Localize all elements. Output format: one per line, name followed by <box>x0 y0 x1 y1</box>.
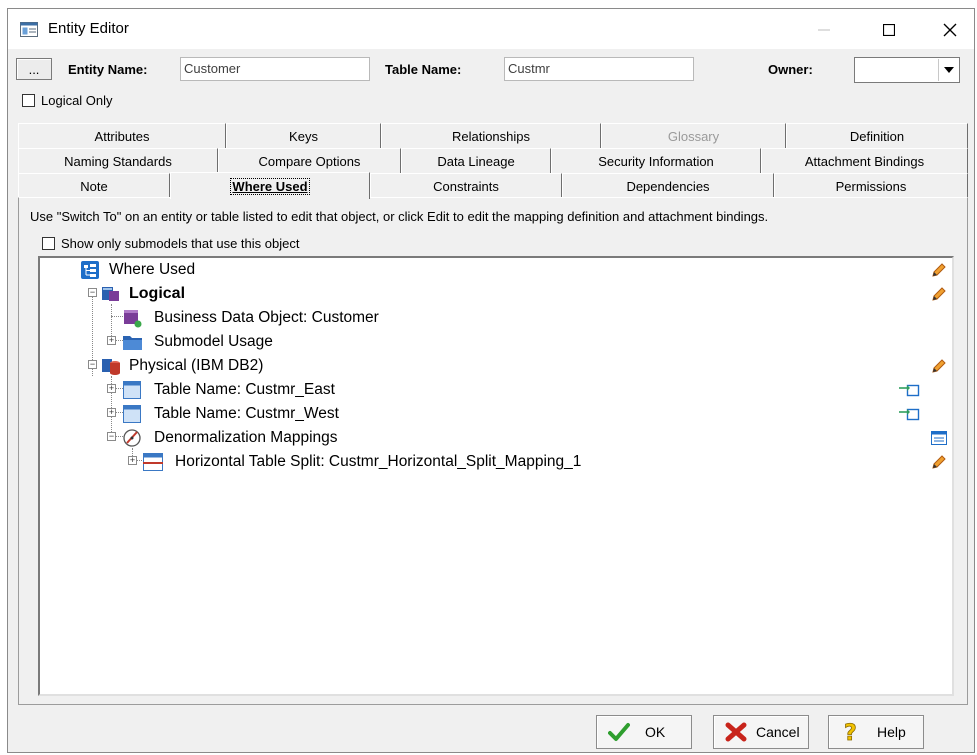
help-question-icon: ? <box>839 720 863 744</box>
owner-label: Owner: <box>768 62 813 77</box>
switch-to-icon[interactable] <box>898 382 920 398</box>
expand-table-split-toggle[interactable]: + <box>128 456 137 465</box>
close-icon <box>943 23 957 37</box>
chevron-down-icon <box>943 67 954 73</box>
window-title: Entity Editor <box>48 20 129 37</box>
logical-model-icon <box>101 284 121 304</box>
table-name-input[interactable]: Custmr <box>504 57 694 81</box>
entity-header-row: ... Entity Name: Customer Table Name: Cu… <box>8 55 974 85</box>
tree-node-where-used[interactable]: Where Used <box>80 259 195 281</box>
cancel-label: Cancel <box>756 724 800 740</box>
table-icon <box>122 380 142 400</box>
denormalization-icon <box>122 428 142 448</box>
tab-permissions[interactable]: Permissions <box>774 173 968 198</box>
switch-to-icon[interactable] <box>898 406 920 422</box>
tab-data-lineage[interactable]: Data Lineage <box>401 148 551 173</box>
edit-pencil-icon[interactable] <box>931 454 947 470</box>
entity-editor-window: Entity Editor ... Entity Name: Customer … <box>7 8 975 753</box>
tab-naming-standards[interactable]: Naming Standards <box>18 148 218 173</box>
title-bar: Entity Editor <box>8 9 974 49</box>
tab-attributes[interactable]: Attributes <box>18 123 226 148</box>
tree-node-label: Submodel Usage <box>154 333 273 350</box>
tree-node-table-custmr-west[interactable]: Table Name: Custmr_West <box>122 403 339 425</box>
collapse-logical-toggle[interactable]: − <box>88 288 97 297</box>
logical-only-checkbox[interactable] <box>22 94 35 107</box>
edit-pencil-icon[interactable] <box>931 286 947 302</box>
tree-node-logical[interactable]: Logical <box>101 283 185 305</box>
tab-compare-options[interactable]: Compare Options <box>218 148 401 173</box>
tree-node-label: Business Data Object: Customer <box>154 309 379 326</box>
tree-node-label: Logical <box>129 285 186 302</box>
physical-model-icon <box>101 356 121 376</box>
browse-entity-button[interactable]: ... <box>16 58 52 80</box>
tab-strip: Attributes Keys Relationships Glossary D… <box>18 121 968 199</box>
entity-name-input[interactable]: Customer <box>180 57 370 81</box>
cancel-x-icon <box>724 720 748 744</box>
expand-submodel-toggle[interactable]: + <box>107 336 116 345</box>
mapping-list-icon[interactable] <box>931 430 947 446</box>
where-used-info-text: Use "Switch To" on an entity or table li… <box>30 209 769 224</box>
ok-button[interactable]: OK <box>596 715 692 749</box>
maximize-button[interactable] <box>869 17 909 43</box>
tab-relationships[interactable]: Relationships <box>381 123 601 148</box>
expand-table-east-toggle[interactable]: + <box>107 384 116 393</box>
where-used-tree[interactable]: − + − + + − + Where Used Logical Busines… <box>38 256 954 696</box>
submodels-row[interactable]: Show only submodels that use this object <box>42 236 299 251</box>
tree-node-physical[interactable]: Physical (IBM DB2) <box>101 355 263 377</box>
maximize-icon <box>883 24 895 36</box>
submodels-checkbox-label: Show only submodels that use this object <box>61 236 300 251</box>
tab-constraints[interactable]: Constraints <box>370 173 562 198</box>
ok-label: OK <box>645 724 666 740</box>
business-data-object-icon <box>122 308 142 328</box>
tree-node-label: Table Name: Custmr_East <box>154 381 335 398</box>
tab-where-used[interactable]: Where Used <box>170 172 370 199</box>
close-button[interactable] <box>930 17 970 43</box>
logical-only-label: Logical Only <box>41 93 113 108</box>
tree-node-label: Denormalization Mappings <box>154 429 338 446</box>
tab-definition[interactable]: Definition <box>786 123 968 148</box>
tree-node-label: Where Used <box>109 261 196 278</box>
logical-only-row[interactable]: Logical Only <box>22 93 113 108</box>
svg-text:?: ? <box>844 721 857 744</box>
owner-select[interactable] <box>854 57 960 83</box>
app-icon <box>20 22 38 37</box>
tree-node-submodel-usage[interactable]: Submodel Usage <box>122 331 273 353</box>
tab-keys[interactable]: Keys <box>226 123 381 148</box>
tree-node-label: Horizontal Table Split: Custmr_Horizonta… <box>175 453 582 470</box>
minimize-button[interactable] <box>804 17 844 43</box>
where-used-icon <box>80 260 100 280</box>
expand-table-west-toggle[interactable]: + <box>107 408 116 417</box>
table-split-icon <box>143 452 163 472</box>
cancel-button[interactable]: Cancel <box>713 715 809 749</box>
submodels-checkbox[interactable] <box>42 237 55 250</box>
entity-name-label: Entity Name: <box>68 62 148 77</box>
owner-dropdown-arrow[interactable] <box>938 59 958 81</box>
tree-node-denormalization-mappings[interactable]: Denormalization Mappings <box>122 427 338 449</box>
tab-glossary: Glossary <box>601 123 786 148</box>
table-name-label: Table Name: <box>385 62 462 77</box>
help-label: Help <box>877 724 906 740</box>
folder-icon <box>122 332 142 352</box>
tree-node-table-custmr-east[interactable]: Table Name: Custmr_East <box>122 379 335 401</box>
tab-attachment-bindings[interactable]: Attachment Bindings <box>761 148 968 173</box>
tree-node-label: Physical (IBM DB2) <box>129 357 264 374</box>
edit-pencil-icon[interactable] <box>931 358 947 374</box>
tree-node-label: Table Name: Custmr_West <box>154 405 339 422</box>
tab-dependencies[interactable]: Dependencies <box>562 173 774 198</box>
edit-pencil-icon[interactable] <box>931 262 947 278</box>
checkmark-icon <box>607 720 631 744</box>
tree-node-business-data-object[interactable]: Business Data Object: Customer <box>122 307 379 329</box>
help-button[interactable]: ? Help <box>828 715 924 749</box>
tab-security-information[interactable]: Security Information <box>551 148 761 173</box>
table-icon <box>122 404 142 424</box>
collapse-denormalization-toggle[interactable]: − <box>107 432 116 441</box>
tab-note[interactable]: Note <box>18 173 170 198</box>
collapse-physical-toggle[interactable]: − <box>88 360 97 369</box>
minimize-icon <box>818 29 830 31</box>
tree-node-horizontal-table-split[interactable]: Horizontal Table Split: Custmr_Horizonta… <box>143 451 581 473</box>
